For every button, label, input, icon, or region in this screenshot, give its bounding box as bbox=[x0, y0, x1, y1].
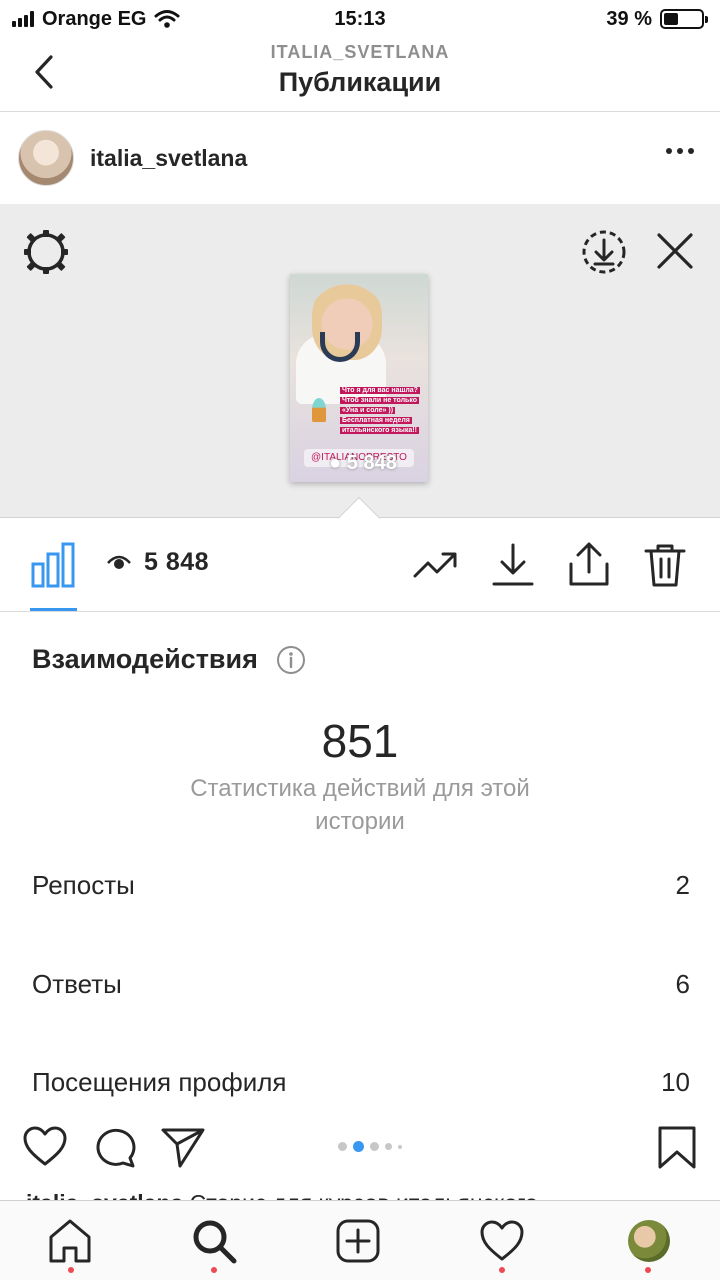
trending-up-icon[interactable] bbox=[412, 542, 458, 588]
stat-value: 10 bbox=[661, 1067, 690, 1097]
close-icon[interactable] bbox=[652, 228, 698, 274]
notification-dot bbox=[68, 1267, 74, 1273]
active-tab-indicator bbox=[30, 608, 77, 611]
story-toolbar: 5 848 bbox=[0, 518, 720, 612]
carousel-indicator bbox=[338, 1141, 402, 1152]
share-icon[interactable] bbox=[566, 542, 612, 588]
profile-tab[interactable] bbox=[625, 1217, 673, 1265]
search-icon[interactable] bbox=[190, 1217, 238, 1265]
download-icon[interactable] bbox=[490, 542, 536, 588]
battery-icon bbox=[660, 9, 708, 29]
signal-icon bbox=[12, 11, 34, 27]
download-circle-icon[interactable] bbox=[580, 228, 628, 276]
profile-avatar bbox=[628, 1220, 670, 1262]
interactions-header: Взаимодействия bbox=[32, 644, 306, 675]
nav-header: ITALIA_SVETLANA Публикации bbox=[0, 38, 720, 112]
carousel-dot bbox=[353, 1141, 364, 1152]
carousel-dot bbox=[398, 1144, 402, 1149]
stat-row-reposts: Репосты 2 bbox=[32, 870, 690, 901]
more-horizontal-icon bbox=[666, 148, 672, 154]
views-indicator: 5 848 bbox=[106, 548, 209, 577]
notification-dot bbox=[499, 1267, 505, 1273]
stat-value: 6 bbox=[675, 969, 690, 999]
heart-icon[interactable] bbox=[22, 1124, 68, 1170]
battery-group: 39 % bbox=[606, 7, 708, 31]
more-options-button[interactable] bbox=[666, 148, 694, 154]
bar-chart-icon[interactable] bbox=[30, 540, 76, 590]
bookmark-icon[interactable] bbox=[654, 1124, 700, 1170]
views-count: 5 848 bbox=[144, 548, 210, 576]
notification-dot bbox=[211, 1267, 217, 1273]
add-post-icon[interactable] bbox=[334, 1217, 382, 1265]
carrier-group: Orange EG bbox=[12, 8, 180, 31]
carousel-dot bbox=[338, 1142, 347, 1151]
gear-icon[interactable] bbox=[22, 228, 70, 276]
stat-row-profile-visits: Посещения профиля 10 bbox=[32, 1067, 690, 1098]
heart-icon[interactable] bbox=[478, 1217, 526, 1265]
stat-label: Ответы bbox=[32, 969, 122, 999]
stat-label: Репосты bbox=[32, 870, 135, 900]
carrier-name: Orange EG bbox=[42, 7, 147, 30]
battery-level bbox=[664, 13, 679, 25]
avatar[interactable] bbox=[18, 130, 74, 186]
info-icon[interactable] bbox=[276, 645, 306, 675]
send-icon[interactable] bbox=[160, 1124, 206, 1170]
battery-percent: 39 % bbox=[606, 7, 652, 30]
comment-icon[interactable] bbox=[92, 1124, 138, 1170]
carousel-dot bbox=[370, 1142, 379, 1151]
section-title: Взаимодействия bbox=[32, 644, 258, 674]
stat-value: 2 bbox=[675, 870, 690, 900]
post-author-row: italia_svetlana bbox=[0, 112, 720, 204]
interactions-caption: Статистика действий для этой истории bbox=[190, 775, 530, 835]
wifi-icon bbox=[154, 10, 180, 28]
carousel-dot bbox=[385, 1143, 392, 1150]
stat-row-replies: Ответы 6 bbox=[32, 969, 690, 1000]
stat-label: Посещения профиля bbox=[32, 1067, 287, 1097]
header-subtitle: ITALIA_SVETLANA bbox=[270, 42, 450, 62]
status-bar: Orange EG 15:13 39 % bbox=[0, 0, 720, 38]
author-username[interactable]: italia_svetlana bbox=[90, 145, 247, 172]
interactions-total: 851 bbox=[321, 715, 399, 767]
story-caption: Что я для вас нашла? Чтоб знали не тольк… bbox=[340, 387, 420, 434]
story-thumbnail[interactable]: Что я для вас нашла? Чтоб знали не тольк… bbox=[290, 274, 428, 482]
header-titles: ITALIA_SVETLANA Публикации bbox=[0, 42, 720, 98]
story-preview-area: Что я для вас нашла? Чтоб знали не тольк… bbox=[0, 204, 720, 518]
ice-cream-sticker bbox=[312, 398, 326, 422]
post-action-bar bbox=[0, 1122, 720, 1174]
story-view-count: ● 5 848 bbox=[329, 452, 397, 474]
notification-dot bbox=[645, 1267, 651, 1273]
page-title: Публикации bbox=[278, 67, 442, 97]
bottom-tab-bar bbox=[0, 1200, 720, 1280]
trash-icon[interactable] bbox=[642, 542, 688, 588]
home-icon[interactable] bbox=[46, 1217, 94, 1265]
eye-icon bbox=[107, 555, 131, 569]
